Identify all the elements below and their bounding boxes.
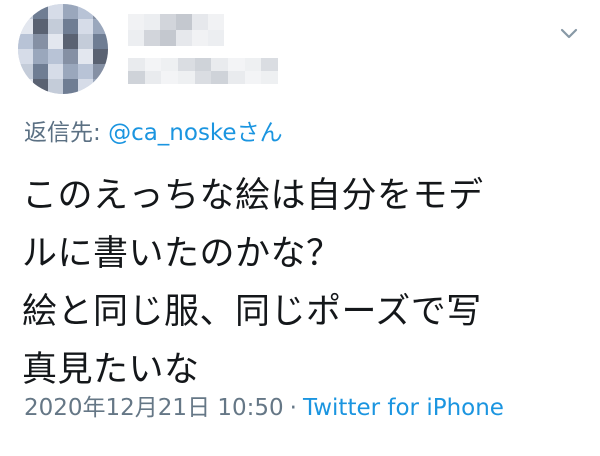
tweet-text-line: 真見たいな [22,350,200,390]
display-name-redacted[interactable] [128,14,224,46]
tweet-meta: 2020年12月21日 10:50 · Twitter for iPhone [24,393,504,423]
reply-prefix: 返信先: [24,120,109,146]
tweet-header [0,0,600,110]
tweet-text-line: このえっちな絵は自分をモデ [22,176,484,216]
tweet-text: このえっちな絵は自分をモデ ルに書いたのかな？ 絵と同じ服、同じポーズで写 真見… [22,167,592,399]
source-link[interactable]: Twitter for iPhone [303,395,504,421]
tweet-text-line: 絵と同じ服、同じポーズで写 [22,292,482,332]
tweet-text-line: ルに書いたのかな？ [22,234,342,274]
reply-mention-link[interactable]: @ca_noskeさん [108,120,283,146]
avatar[interactable] [18,4,108,94]
meta-separator: · [289,395,297,421]
tweet: 返信先: @ca_noskeさん このえっちな絵は自分をモデ ルに書いたのかな？… [0,0,600,456]
chevron-down-icon[interactable] [558,22,580,44]
username-redacted[interactable] [128,58,278,84]
timestamp[interactable]: 2020年12月21日 10:50 [24,395,284,421]
reply-context: 返信先: @ca_noskeさん [24,118,283,148]
